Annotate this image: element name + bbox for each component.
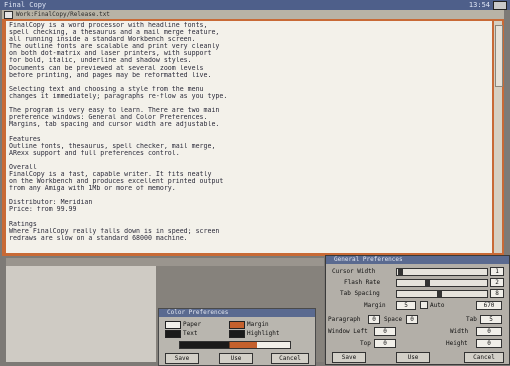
- text-line: [9, 157, 489, 164]
- flash-rate-value: 2: [490, 278, 504, 287]
- color-prefs-title-bar[interactable]: Color Preferences: [159, 309, 315, 317]
- use-button[interactable]: Use: [219, 353, 253, 364]
- paragraph-label: Paragraph: [328, 316, 361, 323]
- cursor-width-value: 1: [490, 267, 504, 276]
- general-preferences-window: General Preferences Cursor Width 1 Flash…: [325, 255, 510, 365]
- save-button[interactable]: Save: [332, 352, 366, 363]
- text-line: for bold, italic, underline and shadow s…: [9, 57, 192, 65]
- height-label: Height: [446, 340, 468, 347]
- slider-knob[interactable]: [398, 269, 403, 275]
- space-field[interactable]: 0: [406, 315, 418, 324]
- window-left-field[interactable]: 0: [374, 327, 396, 336]
- text-line: [9, 79, 489, 86]
- width-field[interactable]: 0: [476, 327, 502, 336]
- text-line: spell checking, a thesaurus and a mail m…: [9, 29, 220, 37]
- margin-field[interactable]: 5: [396, 301, 416, 310]
- text-line: from any Amiga with 1Mb or more of memor…: [9, 185, 176, 193]
- text-line: Overall: [9, 163, 37, 171]
- window-left-label: Window Left: [328, 328, 368, 335]
- text-line: before printing, and pages may be reform…: [9, 71, 212, 79]
- color-preferences-window: Color Preferences Paper Text Margin High…: [158, 308, 316, 366]
- text-line: ARexx support and full preferences contr…: [9, 149, 180, 157]
- text-line: redraws are slow on a standard 68000 mac…: [9, 234, 188, 242]
- editor-title-bar[interactable]: Work:FinalCopy/Release.txt: [2, 10, 504, 19]
- tab-field[interactable]: 5: [480, 315, 502, 324]
- vertical-scrollbar[interactable]: [494, 21, 503, 253]
- slider-knob[interactable]: [437, 291, 442, 297]
- auto-checkbox[interactable]: [420, 301, 428, 309]
- highlight-swatch[interactable]: [229, 330, 245, 338]
- height-field[interactable]: 0: [476, 339, 502, 348]
- width-label: Width: [450, 328, 469, 335]
- screen-title-bar: Final Copy 13:54: [0, 0, 510, 10]
- scroll-knob[interactable]: [495, 25, 503, 87]
- cursor-width-label: Cursor Width: [332, 268, 376, 275]
- save-button[interactable]: Save: [165, 353, 199, 364]
- depth-gadget-icon[interactable]: [493, 1, 507, 10]
- cursor-width-slider[interactable]: [396, 268, 488, 276]
- close-icon[interactable]: [4, 11, 13, 19]
- screen-title: Final Copy: [4, 1, 47, 9]
- window-body: [6, 266, 156, 362]
- auto-label: Auto: [430, 302, 445, 309]
- margin-label: Margin: [364, 302, 386, 309]
- text-line: preference windows: General and Color Pr…: [9, 114, 208, 122]
- text-line: on both dot-matrix and laser printers, w…: [9, 50, 212, 58]
- tab-spacing-label: Tab Spacing: [340, 290, 380, 297]
- window-title-bar: [6, 258, 324, 266]
- paper-swatch[interactable]: [165, 321, 181, 329]
- auto-value[interactable]: 670: [476, 301, 502, 310]
- text-line: The outline fonts are scalable and print…: [9, 43, 220, 51]
- editor-window: Work:FinalCopy/Release.txt FinalCopy is …: [2, 10, 504, 256]
- use-button[interactable]: Use: [396, 352, 430, 363]
- text-line: Where FinalCopy really falls down is in …: [9, 227, 220, 235]
- text-line: Features: [9, 135, 41, 143]
- color-prefs-title: Color Preferences: [167, 309, 229, 316]
- text-line: changes it immediately; paragraphs re-fl…: [9, 92, 228, 100]
- palette-bar[interactable]: [179, 341, 291, 349]
- text-line: [9, 192, 489, 199]
- text-area[interactable]: FinalCopy is a word processor with headl…: [6, 21, 492, 253]
- text-label: Text: [183, 330, 198, 337]
- slider-knob[interactable]: [425, 280, 430, 286]
- cancel-button[interactable]: Cancel: [271, 353, 309, 364]
- text-line: all running inside a standard Workbench …: [9, 36, 196, 44]
- text-line: Distributor: Meridian: [9, 199, 93, 207]
- text-line: Documents can be previewed at several zo…: [9, 64, 204, 72]
- text-line: on the Workbench and produces excellent …: [9, 178, 224, 186]
- editor-title: Work:FinalCopy/Release.txt: [16, 11, 110, 18]
- margin-label: Margin: [247, 321, 269, 328]
- text-line: [9, 128, 489, 135]
- tab-label: Tab: [466, 316, 477, 323]
- highlight-label: Highlight: [247, 330, 280, 337]
- text-line: Price: from 99.99: [9, 206, 77, 214]
- top-field[interactable]: 0: [374, 339, 396, 348]
- space-label: Space: [384, 316, 403, 323]
- paragraph-field[interactable]: 0: [368, 315, 380, 324]
- tab-spacing-slider[interactable]: [396, 290, 488, 298]
- flash-rate-label: Flash Rate: [344, 279, 381, 286]
- text-swatch[interactable]: [165, 330, 181, 338]
- text-line: Ratings: [9, 220, 37, 228]
- general-prefs-title-bar[interactable]: General Preferences: [326, 256, 509, 264]
- text-line: The program is very easy to learn. There…: [9, 107, 220, 115]
- flash-rate-slider[interactable]: [396, 279, 488, 287]
- general-prefs-title: General Preferences: [334, 256, 403, 263]
- text-line: FinalCopy is a fast, capable writer. It …: [9, 170, 212, 178]
- text-line: [9, 100, 489, 107]
- text-line: Selecting text and choosing a style from…: [9, 85, 204, 93]
- document-text: FinalCopy is a word processor with headl…: [6, 21, 492, 243]
- paper-label: Paper: [183, 321, 202, 328]
- margin-swatch[interactable]: [229, 321, 245, 329]
- clock: 13:54: [468, 1, 490, 9]
- top-label: Top: [360, 340, 371, 347]
- cancel-button[interactable]: Cancel: [464, 352, 504, 363]
- text-line: FinalCopy is a word processor with headl…: [9, 22, 208, 29]
- text-line: Margins, tab spacing and cursor width ar…: [9, 121, 220, 129]
- text-line: [9, 214, 489, 221]
- tab-spacing-value: 8: [490, 289, 504, 298]
- text-line: Outline fonts, thesaurus, spell checker,…: [9, 142, 216, 150]
